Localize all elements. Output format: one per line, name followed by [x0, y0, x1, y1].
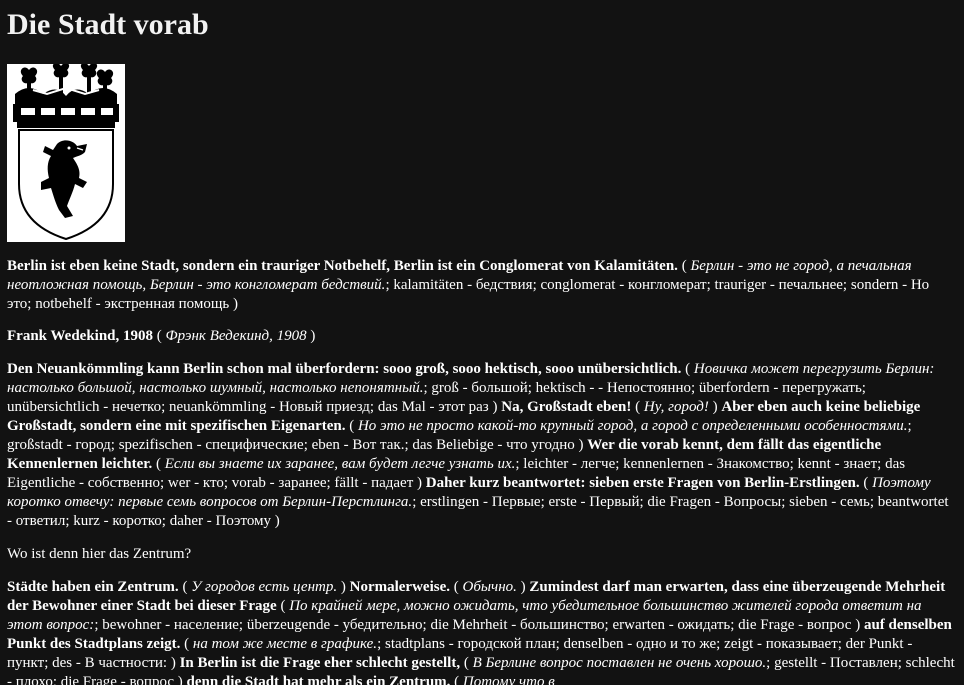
russian-translation: на том же месте в графике. — [192, 636, 378, 652]
russian-translation: Обычно. — [462, 579, 517, 595]
section-question: Wo ist denn hier das Zentrum? — [7, 546, 192, 562]
russian-translation: Но это не просто какой-то крупный город,… — [357, 418, 908, 434]
russian-translation: Фрэнк Ведекинд, 1908 — [165, 328, 307, 344]
vocabulary-list: großstadt - город; spezifischen - специф… — [7, 437, 575, 453]
russian-translation: Потому что в — [462, 674, 555, 685]
german-sentence: Na, Großstadt eben! — [501, 399, 632, 415]
russian-translation: Если вы знаете их заранее, вам будет лег… — [164, 456, 516, 472]
german-sentence: Daher kurz beantwortet: sieben erste Fra… — [425, 475, 860, 491]
paragraph-attribution: Frank Wedekind, 1908 ( Фрэнк Ведекинд, 1… — [7, 328, 316, 344]
paragraph-quote: Berlin ist eben keine Stadt, sondern ein… — [7, 258, 930, 312]
russian-translation: У городов есть центр. — [191, 579, 338, 595]
vocabulary-list: bewohner - население; überzeugende - убе… — [102, 617, 852, 633]
paragraph-center: Städte haben ein Zentrum. ( У городов ес… — [7, 578, 956, 685]
paragraph-intro: Den Neuankömmling kann Berlin schon mal … — [7, 361, 949, 529]
article-page: Die Stadt vorab Berlin ist eben keine St… — [0, 0, 964, 685]
german-sentence: In Berlin ist die Frage eher schlecht ge… — [179, 655, 461, 671]
russian-translation: В Берлине вопрос поставлен не очень хоро… — [472, 655, 767, 671]
german-sentence: denn die Stadt hat mehr als ein Zentrum. — [186, 674, 451, 685]
german-sentence: Normalerweise. — [349, 579, 450, 595]
german-sentence: Städte haben ein Zentrum. — [7, 579, 179, 595]
berlin-bear-crest-icon — [7, 64, 125, 242]
russian-translation: Ну, город! — [643, 399, 709, 415]
german-sentence: Den Neuankömmling kann Berlin schon mal … — [7, 361, 682, 377]
page-title: Die Stadt vorab — [7, 8, 209, 41]
german-sentence: Frank Wedekind, 1908 — [7, 328, 154, 344]
german-sentence: Berlin ist eben keine Stadt, sondern ein… — [7, 258, 678, 274]
